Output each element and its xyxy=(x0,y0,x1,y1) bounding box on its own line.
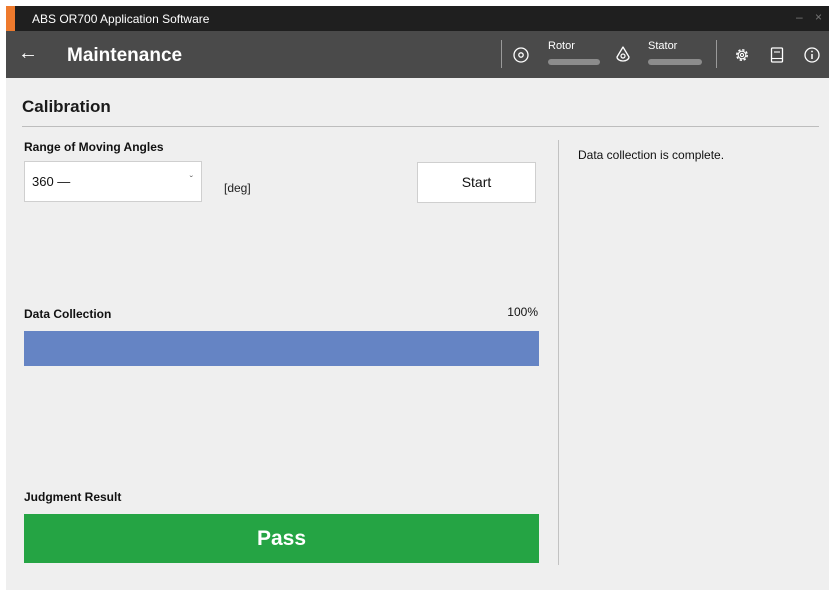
close-button[interactable]: × xyxy=(815,10,822,24)
back-arrow-icon[interactable]: ← xyxy=(18,42,38,64)
header-divider xyxy=(716,40,717,68)
status-message: Data collection is complete. xyxy=(578,148,725,162)
stator-icon xyxy=(616,46,630,62)
settings-icon[interactable] xyxy=(733,46,751,64)
section-title: Calibration xyxy=(22,97,111,116)
brand-accent xyxy=(6,6,15,31)
range-select[interactable]: 360 — ˇ xyxy=(24,161,202,202)
window-title: ABS OR700 Application Software xyxy=(32,12,210,26)
range-label: Range of Moving Angles xyxy=(24,140,164,154)
range-select-value: 360 — xyxy=(32,174,71,189)
judgment-label: Judgment Result xyxy=(24,490,122,504)
app-header: ← Maintenance Rotor Stator xyxy=(6,31,829,78)
minimize-button[interactable]: – xyxy=(796,10,803,24)
panel-divider xyxy=(558,140,559,565)
title-bar: ABS OR700 Application Software – × xyxy=(6,6,829,31)
stator-label: Stator xyxy=(648,40,678,52)
unit-label: [deg] xyxy=(224,181,251,195)
page-title: Maintenance xyxy=(67,45,183,66)
progress-percent: 100% xyxy=(507,305,538,319)
chevron-down-icon: ˇ xyxy=(189,175,193,186)
app-window: ABS OR700 Application Software – × ← Mai… xyxy=(6,6,829,590)
manual-icon[interactable] xyxy=(768,46,786,64)
data-collection-label: Data Collection xyxy=(24,307,112,321)
rotor-label: Rotor xyxy=(548,40,575,52)
progress-bar xyxy=(24,331,539,366)
section-divider xyxy=(22,126,819,127)
stator-value xyxy=(648,59,702,65)
header-divider xyxy=(501,40,502,68)
info-icon[interactable] xyxy=(803,46,821,64)
rotor-value xyxy=(548,59,600,65)
rotor-icon xyxy=(513,47,529,63)
progress-fill xyxy=(24,331,539,366)
start-button[interactable]: Start xyxy=(417,162,536,203)
judgment-result: Pass xyxy=(24,514,539,563)
